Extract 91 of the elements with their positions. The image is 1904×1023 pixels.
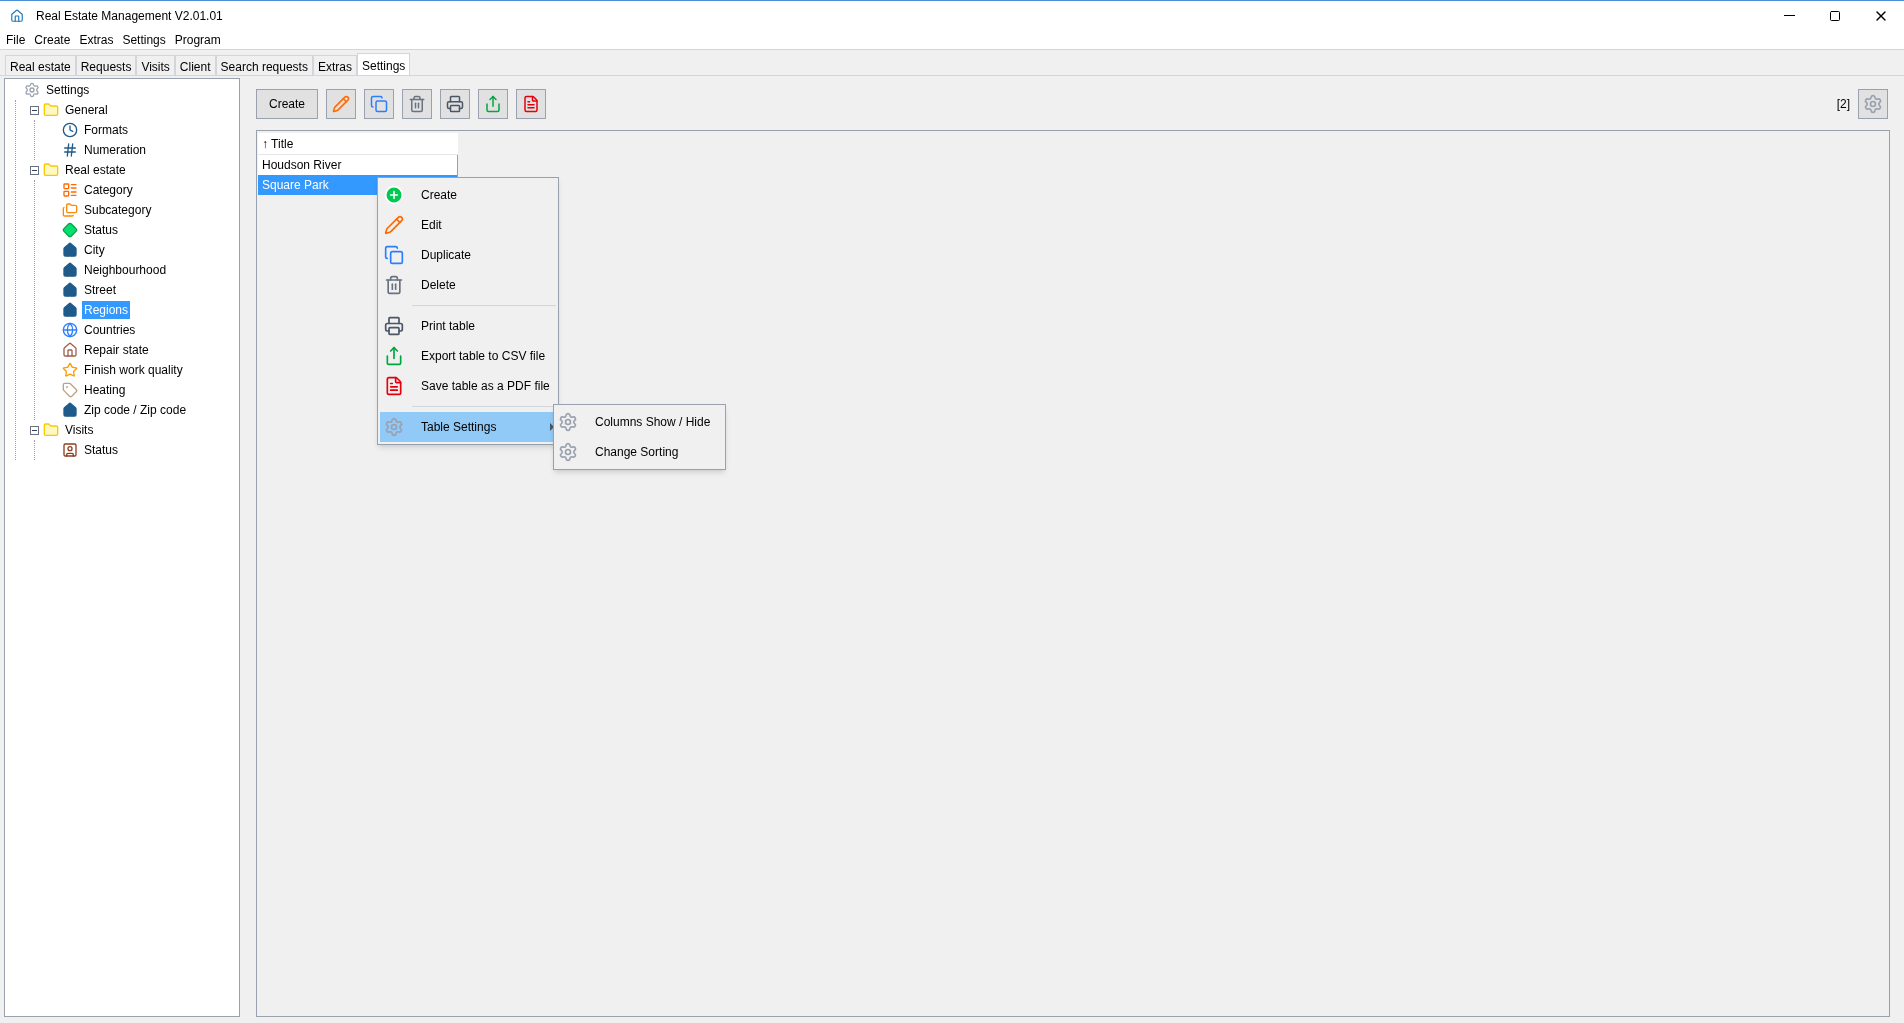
menu-item[interactable]: Change Sorting — [554, 437, 725, 467]
tree-item[interactable]: Settings — [44, 81, 92, 99]
copy-icon — [370, 95, 388, 113]
menu-item[interactable]: Extras — [79, 30, 114, 49]
toolbar-button[interactable] — [440, 89, 470, 119]
gear-icon — [558, 412, 578, 432]
house-icon — [62, 302, 78, 318]
trash-icon — [384, 275, 404, 295]
menu-item[interactable]: Create — [34, 30, 71, 49]
tree-item[interactable]: Repair state — [82, 341, 151, 359]
collapse-toggle[interactable] — [30, 425, 39, 435]
create-button[interactable]: Create — [256, 89, 318, 119]
tree-item[interactable]: Finish work quality — [82, 361, 185, 379]
tab[interactable]: Client — [174, 55, 216, 75]
gear-icon — [384, 417, 404, 437]
tree-item[interactable]: Formats — [82, 121, 130, 139]
maximize-icon — [1829, 9, 1841, 22]
plus-icon — [384, 185, 404, 205]
minimize-icon — [1783, 15, 1795, 16]
pencil-icon — [384, 215, 404, 235]
export-icon — [484, 95, 502, 113]
menu-item[interactable]: File — [6, 30, 26, 49]
star-icon — [62, 362, 78, 378]
pencil-icon — [332, 95, 350, 113]
menu-item[interactable]: Columns Show / Hide — [554, 407, 725, 437]
folder-icon — [43, 162, 59, 178]
tree-item[interactable]: Status — [82, 441, 121, 459]
tree-item[interactable]: Status — [82, 221, 121, 239]
settings-button[interactable] — [1858, 89, 1888, 119]
folders-icon — [62, 202, 78, 218]
tree-item[interactable]: Real estate — [63, 161, 128, 179]
diamond-icon — [62, 222, 78, 238]
house-icon — [62, 282, 78, 298]
tree-item[interactable]: Street — [82, 281, 118, 299]
menu-item[interactable]: Print table — [380, 311, 556, 341]
menu-item[interactable]: Table Settings — [380, 412, 556, 442]
window-title: Real Estate Management V2.01.01 — [36, 7, 223, 25]
menu-item[interactable]: Export table to CSV file — [380, 341, 556, 371]
app-icon — [10, 8, 24, 23]
settings-icon — [1863, 94, 1883, 114]
house-icon — [62, 402, 78, 418]
tree-item[interactable]: Visits — [63, 421, 96, 439]
tree-item[interactable]: Neighbourhood — [82, 261, 169, 279]
tree-item[interactable]: Subcategory — [82, 201, 154, 219]
tag-icon — [62, 382, 78, 398]
print-icon — [446, 95, 464, 113]
menu-item[interactable]: Save table as a PDF file — [380, 371, 556, 401]
pdf-icon — [384, 376, 404, 396]
person-icon — [62, 442, 78, 458]
collapse-toggle[interactable] — [30, 105, 39, 115]
folder-icon — [43, 102, 59, 118]
export-icon — [384, 346, 404, 366]
tree-item[interactable]: Countries — [82, 321, 138, 339]
house-icon — [62, 342, 78, 358]
column-header[interactable]: ↑ Title — [258, 133, 458, 155]
gear-icon — [24, 82, 40, 98]
tab[interactable]: Requests — [75, 55, 137, 75]
toolbar-button[interactable] — [364, 89, 394, 119]
gear-icon — [558, 442, 578, 462]
tree-item[interactable]: Zip code / Zip code — [82, 401, 189, 419]
tab[interactable]: Visits — [136, 55, 175, 75]
tab[interactable]: Settings — [356, 53, 411, 75]
tree-item[interactable]: Category — [82, 181, 135, 199]
table-cell[interactable]: Houdson River — [258, 155, 458, 175]
tab[interactable]: Extras — [312, 55, 357, 75]
tab[interactable]: Real estate — [5, 55, 76, 75]
trash-icon — [408, 95, 426, 113]
tab[interactable]: Search requests — [215, 55, 313, 75]
toolbar-button[interactable] — [516, 89, 546, 119]
print-icon — [384, 316, 404, 336]
house-icon — [62, 262, 78, 278]
tree-item[interactable]: City — [82, 241, 107, 259]
menu-item[interactable]: Edit — [380, 210, 556, 240]
list-icon — [62, 182, 78, 198]
folder-icon — [43, 422, 59, 438]
toolbar-button[interactable] — [402, 89, 432, 119]
menu-item[interactable]: Settings — [122, 30, 166, 49]
menu-item[interactable]: Delete — [380, 270, 556, 300]
collapse-toggle[interactable] — [30, 165, 39, 175]
record-count: [2] — [1836, 96, 1850, 113]
menu-item[interactable]: Program — [174, 30, 221, 49]
menu-item[interactable]: Duplicate — [380, 240, 556, 270]
hash-icon — [62, 142, 78, 158]
house-icon — [62, 242, 78, 258]
tree-item[interactable]: General — [63, 101, 110, 119]
tree-item[interactable]: Heating — [82, 381, 128, 399]
tree-item[interactable]: Numeration — [82, 141, 149, 159]
clock-icon — [62, 122, 78, 138]
globe-icon — [62, 322, 78, 338]
copy-icon — [384, 245, 404, 265]
pdf-icon — [522, 95, 540, 113]
